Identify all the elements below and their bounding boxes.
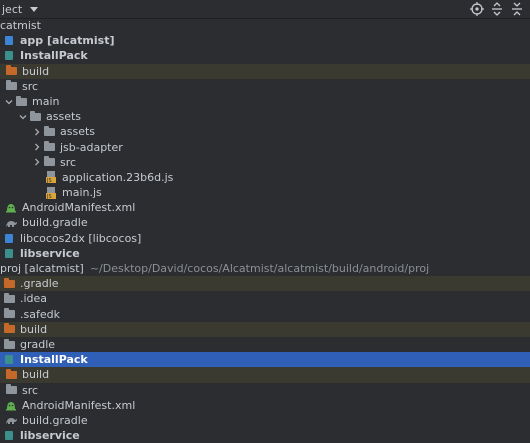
chevron-down-icon[interactable] (18, 113, 28, 121)
tree-item-label: AndroidManifest.xml (22, 201, 136, 215)
js-file-icon: JS (44, 171, 58, 184)
tree-item-label: src (22, 383, 39, 397)
module-teal-icon (2, 354, 16, 366)
tree-item-label: AndroidManifest.xml (22, 398, 136, 412)
tree-item[interactable]: libcocos2dx [libcocos] (0, 231, 530, 246)
svg-text:JS: JS (46, 178, 52, 183)
folder-icon (4, 80, 18, 92)
tree-item[interactable]: libservice (0, 428, 530, 443)
manifest-icon (4, 202, 18, 214)
tree-item-label: main (32, 94, 60, 108)
tree-item[interactable]: main (0, 94, 530, 109)
module-teal-icon (2, 50, 16, 62)
tree-item[interactable]: JS application.23b6d.js (0, 170, 530, 185)
chevron-right-icon[interactable] (32, 158, 42, 166)
tree-item-label: libservice (20, 429, 80, 443)
tree-item[interactable]: build.gradle (0, 413, 530, 428)
project-toolbar: ject (0, 0, 530, 19)
tree-item-label: build (22, 368, 50, 382)
toolbar-actions (470, 2, 524, 16)
tree-item-label: main.js (62, 186, 102, 200)
tree-item-label: assets (60, 125, 96, 139)
tree-item[interactable]: .gradle (0, 276, 530, 292)
tree-item-label: InstallPack (20, 353, 88, 367)
tree-item-label: src (60, 155, 77, 169)
project-view-title[interactable]: ject (2, 3, 22, 16)
collapse-all-icon[interactable] (510, 2, 524, 16)
folder-icon (4, 384, 18, 396)
folder-icon (2, 308, 16, 320)
tree-item-label: InstallPack (20, 49, 88, 63)
tree-item[interactable]: build.gradle (0, 215, 530, 230)
module-icon (2, 35, 16, 47)
folder-orange-icon (2, 277, 16, 290)
folder-icon (42, 156, 56, 168)
tree-item[interactable]: jsb-adapter (0, 140, 530, 155)
locate-icon[interactable] (470, 2, 484, 16)
tree-item-label: .gradle (20, 277, 59, 291)
folder-icon (42, 141, 56, 153)
tree-item[interactable]: src (0, 383, 530, 398)
expand-all-icon[interactable] (490, 2, 504, 16)
tree-item-label: build.gradle (22, 413, 88, 427)
chevron-down-icon[interactable] (4, 98, 14, 106)
folder-icon (28, 110, 42, 123)
tree-item-label: src (22, 79, 39, 93)
tree-item[interactable]: build (0, 367, 530, 383)
chevron-right-icon[interactable] (32, 143, 42, 151)
gradle-icon (4, 217, 18, 229)
tree-item-label: build (22, 64, 50, 78)
folder-orange-icon (2, 323, 16, 335)
tree-item-label: libservice (20, 246, 80, 260)
tree-item[interactable]: InstallPack (0, 352, 530, 368)
tree-item-path: ~/Desktop/David/cocos/Alcatmist/alcatmis… (89, 262, 430, 275)
tree-item-label: proj [alcatmist] (0, 262, 84, 275)
folder-icon (2, 292, 16, 305)
tree-item-label: catmist (0, 19, 41, 32)
tree-item[interactable]: build (0, 321, 530, 337)
tree-item-label: application.23b6d.js (62, 170, 174, 184)
tree-item[interactable]: src (0, 155, 530, 170)
js-file-icon: JS (44, 186, 58, 199)
view-dropdown-icon[interactable] (30, 6, 39, 12)
tree-item-label: .idea (20, 292, 48, 306)
tree-item[interactable]: .idea (0, 291, 530, 306)
tree-item[interactable]: AndroidManifest.xml (0, 200, 530, 215)
gradle-icon (4, 414, 18, 426)
project-tree: catmist app [alcatmist] InstallPack build sr… (0, 18, 530, 443)
tree-item[interactable]: src (0, 79, 530, 94)
tree-item-label: build.gradle (22, 216, 88, 230)
tree-item[interactable]: AndroidManifest.xml (0, 398, 530, 413)
module-icon (2, 232, 16, 244)
tree-item[interactable]: assets (0, 124, 530, 139)
tree-item[interactable]: build (0, 63, 530, 79)
folder-icon (14, 95, 28, 108)
tree-item-label: app [alcatmist] (20, 34, 115, 48)
tree-item-label: libcocos2dx [libcocos] (20, 231, 142, 245)
folder-icon (2, 338, 16, 351)
tree-item[interactable]: proj [alcatmist] ~/Desktop/David/cocos/Al… (0, 261, 530, 276)
svg-text:JS: JS (46, 194, 52, 199)
chevron-right-icon[interactable] (32, 128, 42, 136)
folder-icon (42, 125, 56, 138)
tree-item[interactable]: app [alcatmist] (0, 33, 530, 48)
tree-item[interactable]: catmist (0, 18, 530, 33)
manifest-icon (4, 399, 18, 411)
tree-item-label: jsb-adapter (60, 140, 123, 154)
tree-item[interactable]: InstallPack (0, 48, 530, 63)
tree-item[interactable]: assets (0, 109, 530, 124)
module-teal-icon (2, 247, 16, 259)
tree-item[interactable]: libservice (0, 246, 530, 261)
tree-item-label: .safedk (20, 307, 60, 321)
folder-orange-icon (4, 65, 18, 77)
folder-orange-icon (4, 368, 18, 381)
tree-item[interactable]: JS main.js (0, 185, 530, 200)
tree-item[interactable]: .safedk (0, 307, 530, 322)
tree-item-label: build (20, 322, 48, 336)
tree-item-label: assets (46, 110, 82, 124)
tree-item-label: gradle (20, 337, 56, 351)
module-teal-icon (2, 430, 16, 442)
tree-item[interactable]: gradle (0, 337, 530, 352)
